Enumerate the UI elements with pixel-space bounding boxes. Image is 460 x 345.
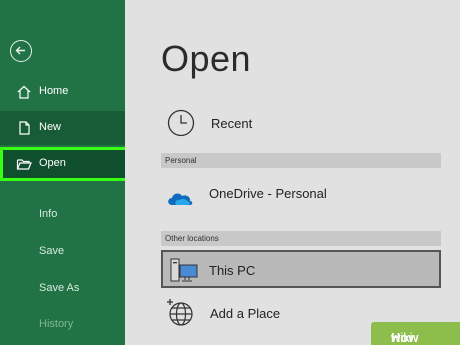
back-button[interactable] — [10, 40, 32, 62]
location-onedrive-label: OneDrive - Personal — [209, 186, 327, 201]
wikihow-watermark: wiki How — [371, 322, 460, 345]
nav-save[interactable]: Save — [39, 245, 64, 257]
nav-new-label: New — [39, 121, 62, 133]
globe-add-icon — [167, 299, 193, 326]
page-title: Open — [161, 38, 252, 79]
nav-home[interactable]: Home — [0, 75, 125, 109]
nav-history[interactable]: History — [39, 318, 73, 330]
watermark-how: How — [391, 330, 419, 345]
location-onedrive[interactable]: OneDrive - Personal — [162, 178, 442, 214]
onedrive-cloud-icon — [168, 193, 193, 205]
nav-new[interactable]: New — [0, 111, 125, 145]
back-arrow-icon — [15, 46, 25, 55]
section-other-label: Other locations — [165, 234, 219, 243]
section-header-personal: Personal — [161, 153, 441, 168]
folder-open-icon — [16, 159, 32, 170]
nav-save-as[interactable]: Save As — [39, 282, 79, 294]
backstage-sidebar: Home New Open Info Save Save As History — [0, 0, 128, 345]
section-personal-label: Personal — [165, 156, 197, 165]
location-this-pc[interactable]: This PC — [161, 250, 441, 288]
section-header-other-locations: Other locations — [161, 231, 441, 246]
location-recent[interactable]: Recent — [162, 106, 442, 142]
nav-open[interactable]: Open — [0, 147, 128, 181]
open-pane: Open Recent Personal OneDrive - Personal… — [125, 0, 460, 345]
location-this-pc-label: This PC — [209, 263, 256, 278]
nav-open-label: Open — [39, 157, 66, 169]
nav-home-label: Home — [39, 85, 69, 97]
location-recent-label: Recent — [211, 116, 253, 131]
home-icon — [17, 85, 31, 99]
new-document-icon — [19, 121, 30, 135]
computer-icon — [170, 258, 198, 282]
location-add-place-label: Add a Place — [210, 306, 281, 321]
clock-icon — [167, 109, 195, 137]
nav-info[interactable]: Info — [39, 208, 57, 220]
